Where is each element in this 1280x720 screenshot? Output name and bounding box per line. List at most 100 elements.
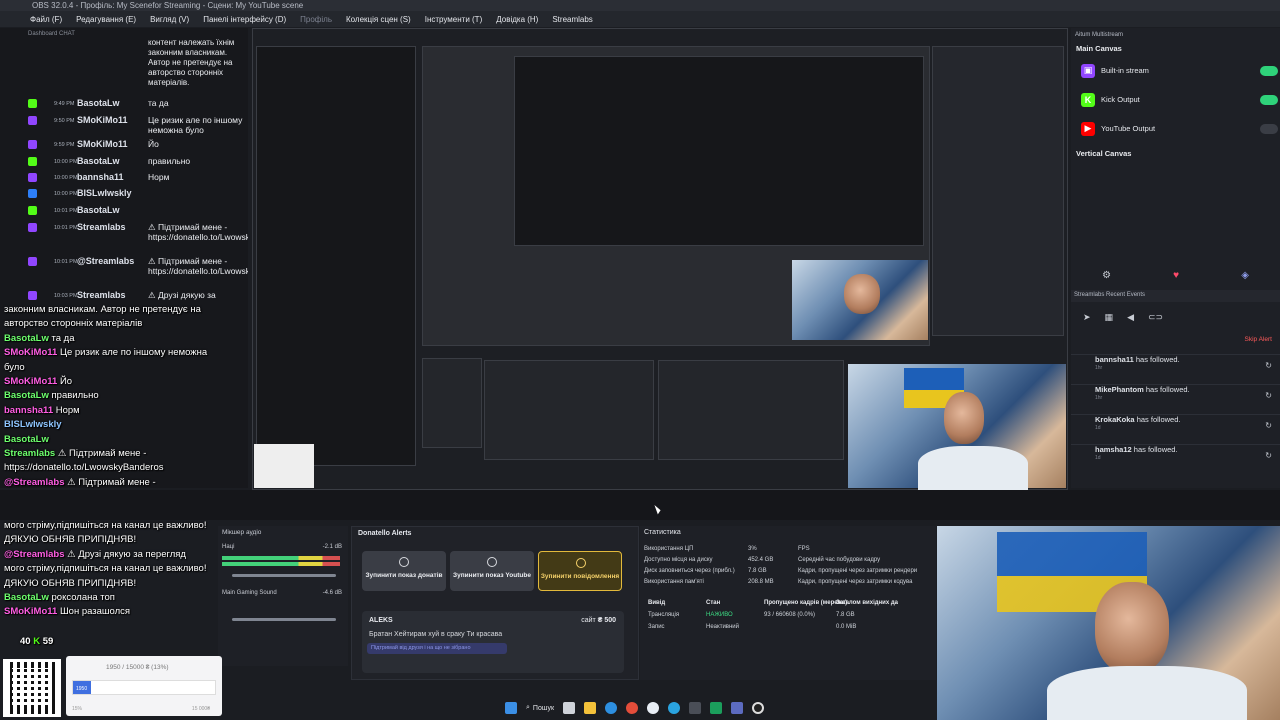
stream-preview[interactable] — [252, 28, 1068, 490]
menu-item-5[interactable]: Колекція сцен (S) — [346, 15, 411, 24]
stat-label: Диск заповниться через (прибл.) — [644, 568, 735, 574]
output-toggle[interactable] — [1260, 94, 1278, 105]
mute-icon[interactable]: ◀ — [1127, 312, 1134, 323]
stats-table-header: Пропущено кадрів (мережа) — [764, 600, 848, 606]
app-icon[interactable] — [689, 702, 702, 714]
output-toggle[interactable] — [1260, 123, 1278, 134]
donation-qr-code — [3, 659, 61, 717]
chat-time: 10:01 PM — [54, 208, 78, 214]
menu-item-7[interactable]: Довідка (H) — [496, 15, 538, 24]
chat-text: Це ризик але по іншому неможна було — [148, 115, 243, 135]
bottom-strip — [0, 490, 1280, 520]
stop-donations-button[interactable]: Зупинити показ донатів — [362, 551, 446, 591]
platform-icon — [28, 116, 37, 125]
webcam-feed — [937, 526, 1280, 720]
obs-icon[interactable] — [752, 702, 765, 714]
mixer-channel-1-meter-r — [222, 562, 340, 566]
chat-time: 9:49 PM — [54, 101, 75, 107]
heart-icon[interactable]: ♥ — [1173, 270, 1179, 281]
folder-icon[interactable] — [584, 702, 597, 714]
donation-card: ALEKS сайт ₴ 500 Братан Хейтирам хуй в с… — [362, 611, 624, 673]
replay-icon[interactable]: ↻ — [1265, 391, 1272, 400]
chat-user: BasotaLw — [77, 98, 120, 108]
stat-label: Використання ЦП — [644, 546, 694, 552]
goal-low: 15% — [72, 706, 83, 712]
nested-donatello — [484, 360, 654, 460]
mixer-channel-2-slider[interactable] — [232, 618, 336, 621]
recent-events-title: Streamlabs Recent Events — [1071, 290, 1280, 302]
menu-item-6[interactable]: Інструменти (T) — [425, 15, 483, 24]
stats-table-header: Вивід — [648, 600, 666, 606]
nested-webcam-big — [848, 364, 1066, 490]
overlay-chat-line: BasotaLw правильно — [4, 390, 99, 402]
nested-preview-inner — [514, 56, 924, 246]
discord-icon[interactable]: ◈ — [1241, 270, 1249, 281]
chat-user: BasotaLw — [77, 205, 120, 215]
recent-event: KrokaKoka has followed. 1d ↻ — [1071, 414, 1280, 438]
menu-item-8[interactable]: Streamlabs — [552, 15, 592, 24]
stat-label: Доступно місця на диску — [644, 557, 713, 563]
platform-icon — [28, 189, 37, 198]
pause-icon[interactable]: ▦ — [1105, 312, 1114, 323]
chat-text: Норм — [148, 172, 170, 182]
stats-title: Статистика — [644, 529, 681, 536]
chrome-icon[interactable] — [647, 702, 660, 714]
windows-start-icon[interactable] — [505, 702, 517, 714]
taskbar: ⌕ Пошук — [505, 698, 815, 718]
stats-output: Запис — [648, 624, 665, 630]
search-icon: ⌕ — [526, 704, 530, 711]
overlay-chat-line: BasotaLw роксолана топ — [4, 592, 115, 603]
link-icon[interactable]: ⊂⊃ — [1148, 312, 1163, 323]
mixer-channel-1-slider[interactable] — [232, 574, 336, 577]
overlay-chat-line: SMoKiMo11 Шон разашолся — [4, 606, 131, 618]
youtube-icon: ▶ — [1081, 121, 1095, 136]
donation-message: Братан Хейтирам хуй в сраку Ти красава — [369, 631, 503, 638]
skip-alert-button[interactable]: Skip Alert — [1245, 336, 1272, 343]
stop-youtube-button[interactable]: Зупинити показ Youtube — [450, 551, 534, 591]
task-view-icon[interactable] — [563, 702, 576, 714]
chat-time: 10:00 PM — [54, 175, 78, 181]
output-label: YouTube Output — [1101, 124, 1156, 133]
menu-item-3[interactable]: Панелі інтерфейсу (D) — [203, 15, 286, 24]
goal-bar: 1950 — [72, 680, 216, 695]
output-toggle[interactable] — [1260, 65, 1278, 76]
main-canvas-label: Main Canvas — [1076, 44, 1122, 53]
stat-right-label: Середній час побудови кадру — [798, 557, 881, 563]
telegram-icon[interactable] — [668, 702, 681, 714]
discord-taskbar-icon[interactable] — [731, 702, 744, 714]
send-icon[interactable]: ➤ — [1083, 312, 1091, 323]
overlay-chat-line: SMoKiMo11 Це ризик але по іншому неможна — [4, 347, 208, 359]
platform-icon — [28, 157, 37, 166]
stats-total: 0.0 MiB — [836, 624, 857, 630]
stop-messages-button[interactable]: Зупинити повідомлення — [538, 551, 622, 591]
edge-icon[interactable] — [605, 702, 618, 714]
chat-user: BasotaLw — [77, 156, 120, 166]
menu-item-1[interactable]: Редагування (E) — [76, 15, 136, 24]
menu-item-0[interactable]: Файл (F) — [30, 15, 62, 24]
taskbar-search[interactable]: ⌕ Пошук — [526, 704, 554, 712]
stats-state: НАЖИВО — [706, 612, 733, 618]
mixer-title: Мікшер аудіо — [222, 529, 262, 536]
audio-mixer: Мікшер аудіо Наці -2.1 dB Main Gaming So… — [218, 526, 348, 666]
chat-time: 9:50 PM — [54, 118, 75, 124]
recent-event: bannsha11 has followed. 1hr ↻ — [1071, 354, 1280, 378]
overlay-chat-line: BISLwIwskly — [4, 419, 62, 431]
gear-icon[interactable]: ⚙ — [1102, 270, 1111, 281]
nested-webcam — [792, 260, 928, 340]
app2-icon[interactable] — [710, 702, 723, 714]
menu-item-4[interactable]: Профіль — [300, 15, 332, 24]
overlay-chat-line: авторство сторонніх матеріалів — [4, 318, 143, 330]
stats-dock: Статистика Використання ЦП 3% FPS Доступно … — [640, 526, 936, 680]
chat-user: SMoKiMo11 — [77, 139, 128, 149]
overlay-chat-line: bannsha11 Норм — [4, 404, 80, 416]
menu-item-2[interactable]: Вигляд (V) — [150, 15, 189, 24]
firefox-icon[interactable] — [626, 702, 639, 714]
overlay-chat-line: @Streamlabs ⚠ Друзі дякую за перегляд — [4, 548, 186, 560]
donor-name: ALEKS — [369, 617, 393, 624]
replay-icon[interactable]: ↻ — [1265, 361, 1272, 370]
stat-value: 3% — [748, 546, 757, 552]
goal-fill: 1950 — [73, 681, 92, 694]
replay-icon[interactable]: ↻ — [1265, 451, 1272, 460]
output-row: ▶ YouTube Output — [1071, 114, 1280, 143]
replay-icon[interactable]: ↻ — [1265, 421, 1272, 430]
